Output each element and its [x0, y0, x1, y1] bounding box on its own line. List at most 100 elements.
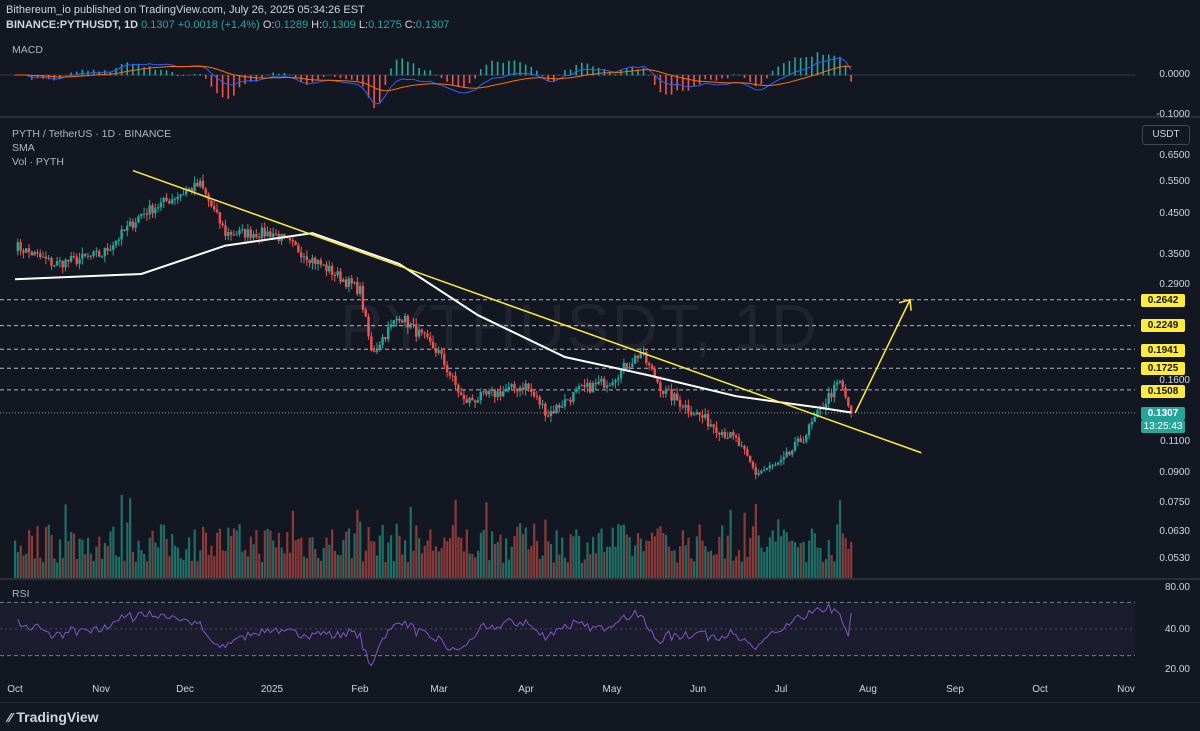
- currency-button[interactable]: USDT: [1142, 125, 1190, 145]
- candle-body: [92, 251, 95, 256]
- candle-body: [746, 449, 749, 456]
- candle-body: [235, 234, 238, 236]
- candle-body: [27, 248, 31, 252]
- candle-body: [544, 403, 547, 416]
- candle-body: [459, 392, 463, 396]
- volume-bar: [796, 547, 800, 578]
- candle-body: [844, 387, 847, 398]
- volume-bar: [404, 540, 407, 578]
- volume-bar: [412, 550, 415, 578]
- candle-body: [751, 461, 755, 468]
- volume-bar: [844, 538, 847, 578]
- volume-bar: [64, 504, 67, 578]
- volume-bar: [547, 541, 550, 578]
- candle-body: [210, 200, 213, 207]
- price-tick: 0.6500: [1159, 150, 1190, 161]
- candle-body: [583, 385, 586, 387]
- candle-body: [224, 225, 227, 236]
- volume-bar: [648, 540, 651, 578]
- volume-bar: [224, 551, 227, 578]
- macd-tick: 0.0000: [1159, 69, 1190, 80]
- macd-histogram-bar: [418, 67, 420, 76]
- volume-bar: [246, 556, 250, 578]
- volume-bar: [836, 524, 839, 578]
- pane-separator-bottom[interactable]: [0, 578, 1200, 580]
- candle-body: [765, 468, 769, 471]
- volume-bar: [670, 550, 673, 578]
- x-tick: Mar: [430, 684, 448, 695]
- volume-bar: [493, 543, 497, 578]
- candle-body: [201, 180, 205, 189]
- volume-bar: [235, 530, 238, 578]
- volume-bar: [662, 532, 665, 578]
- macd-histogram-bar: [165, 70, 168, 76]
- volume-bar: [356, 509, 359, 578]
- candle-body: [810, 421, 814, 425]
- candle-body: [690, 411, 693, 415]
- candle-body: [673, 393, 676, 401]
- volume-bar: [788, 541, 791, 578]
- candle-body: [120, 229, 123, 240]
- volume-bar: [446, 541, 449, 578]
- macd-histogram-bar: [479, 69, 482, 76]
- macd-histogram-bar: [839, 56, 841, 76]
- candle-body: [19, 242, 22, 251]
- volume-bar: [42, 562, 45, 578]
- macd-histogram-bar: [193, 73, 196, 76]
- volume-bar: [159, 524, 163, 578]
- candle-body: [605, 385, 609, 388]
- volume-bar: [53, 558, 56, 578]
- macd-histogram-bar: [827, 54, 830, 76]
- volume-bar: [123, 560, 126, 578]
- macd-histogram-bar: [266, 74, 269, 76]
- candle-body: [114, 240, 118, 246]
- pane-separator-top[interactable]: [0, 116, 1200, 118]
- volume-bar: [22, 555, 25, 578]
- candle-body: [597, 381, 600, 384]
- macd-histogram-bar: [474, 75, 476, 79]
- candle-body: [667, 389, 670, 391]
- tradingview-logo[interactable]: ⁄⁄ TradingView: [8, 709, 99, 725]
- volume-bar: [347, 528, 351, 578]
- rsi-label[interactable]: RSI: [12, 588, 30, 600]
- volume-bar: [524, 527, 527, 578]
- volume-bar: [288, 552, 292, 578]
- volume-bar: [768, 537, 771, 578]
- volume-bar: [28, 530, 31, 578]
- candle-body: [485, 391, 488, 395]
- volume-bar: [732, 560, 735, 578]
- volume-bar: [634, 545, 637, 578]
- volume-bar: [765, 546, 769, 578]
- volume-bar: [474, 557, 477, 578]
- volume-bar: [190, 560, 193, 578]
- candle-body: [600, 378, 603, 382]
- volume-bar: [33, 558, 36, 578]
- volume-bar: [112, 526, 115, 578]
- sma-label[interactable]: SMA: [12, 142, 35, 154]
- volume-bar: [693, 561, 696, 578]
- volume-bar: [782, 529, 786, 578]
- volume-bar: [98, 536, 101, 578]
- candle-body: [302, 256, 306, 258]
- volume-bar: [505, 538, 508, 578]
- candle-body: [142, 213, 146, 215]
- macd-histogram-bar: [491, 60, 493, 76]
- volume-bar: [216, 532, 219, 578]
- candle-body: [89, 255, 92, 257]
- volume-bar: [726, 535, 729, 578]
- volume-bar: [103, 542, 106, 578]
- volume-bar: [841, 533, 844, 578]
- candle-body: [793, 442, 797, 451]
- candle-body: [72, 255, 76, 257]
- volume-bar: [552, 562, 555, 578]
- volume-bar: [729, 509, 732, 578]
- macd-histogram-bar: [777, 66, 779, 76]
- volume-bar: [221, 550, 224, 578]
- macd-histogram-bar: [749, 75, 751, 83]
- volume-bar: [709, 550, 713, 578]
- candle-body: [701, 415, 704, 418]
- macd-label[interactable]: MACD: [12, 44, 43, 56]
- volume-bar: [70, 531, 73, 578]
- macd-histogram-bar: [171, 72, 173, 76]
- volume-label[interactable]: Vol · PYTH: [12, 156, 64, 168]
